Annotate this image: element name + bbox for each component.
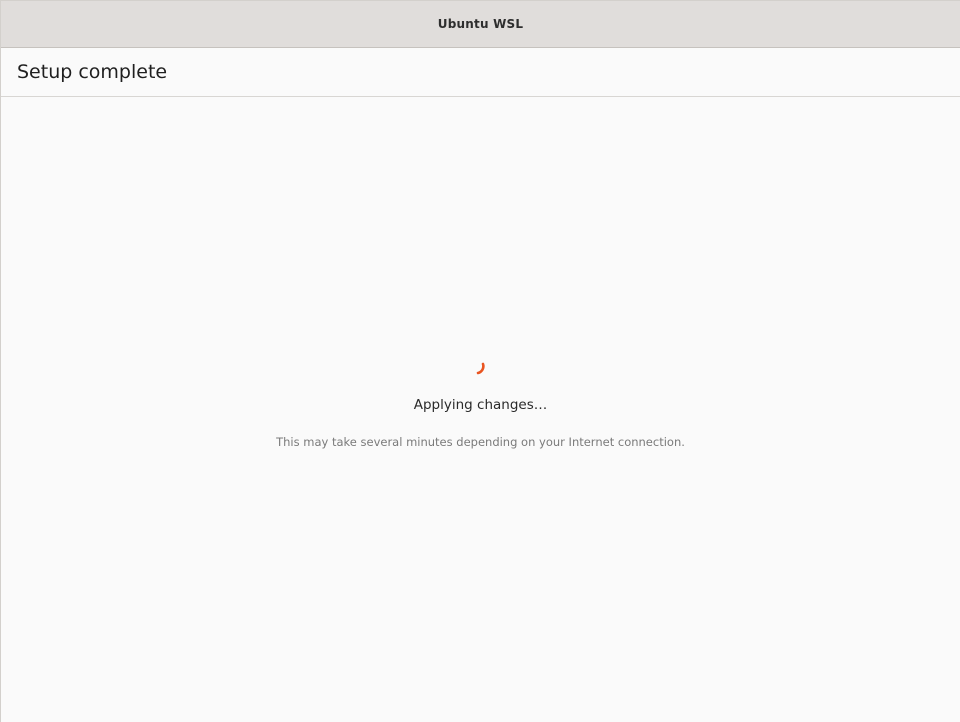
title-bar[interactable]: Ubuntu WSL	[1, 1, 960, 48]
page-header: Setup complete	[1, 48, 960, 97]
window-title: Ubuntu WSL	[437, 17, 524, 31]
status-subtitle: This may take several minutes depending …	[276, 435, 685, 449]
status-title: Applying changes…	[413, 397, 548, 413]
progress-status: Applying changes… This may take several …	[1, 359, 960, 449]
spinner-icon	[476, 362, 485, 375]
main-content: Applying changes… This may take several …	[1, 97, 960, 721]
app-window: Ubuntu WSL Setup complete Applying chang…	[0, 0, 960, 722]
page-title: Setup complete	[17, 61, 168, 83]
